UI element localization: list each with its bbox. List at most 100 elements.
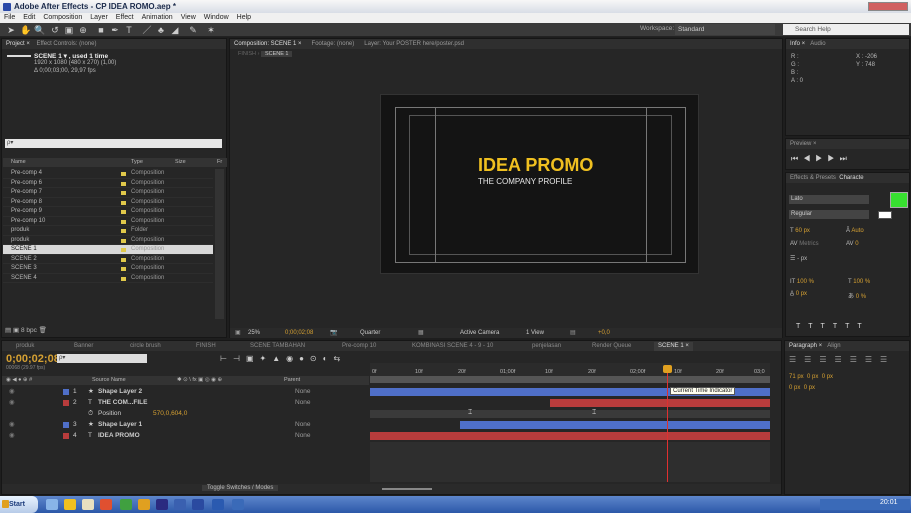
stopwatch-icon[interactable]: ⏱	[88, 409, 93, 419]
tracking-value[interactable]: 0	[855, 241, 858, 247]
puppet-pin-tool-icon[interactable]: ✶	[206, 25, 216, 35]
layer-parent[interactable]: None	[295, 387, 311, 397]
project-item[interactable]: Pre-comp 9 Composition	[3, 207, 213, 217]
left-indent-value[interactable]: 71 px	[789, 374, 804, 380]
camera-tool-icon[interactable]: ▣	[64, 25, 74, 35]
menu-window[interactable]: Window	[204, 14, 229, 21]
keyframe-icon[interactable]: ⌶	[468, 409, 472, 417]
visibility-icon[interactable]: ◉	[9, 431, 15, 441]
horizontal-scale-value[interactable]: 100 %	[853, 279, 870, 285]
menu-edit[interactable]: Edit	[23, 14, 35, 21]
layer-parent[interactable]: None	[295, 431, 311, 441]
layer-row[interactable]: ◉ 3 ★ Shape Layer 1 None	[3, 420, 370, 430]
col-name[interactable]: Name	[11, 158, 26, 167]
baseline-shift-value[interactable]: 0 px	[796, 291, 807, 297]
layer-name[interactable]: THE COM...FILE	[98, 398, 147, 408]
tab-penjelasan[interactable]: penjelasan	[532, 342, 561, 351]
project-item[interactable]: SCENE 3 Composition	[3, 264, 213, 274]
folder-taskbar-icon[interactable]	[64, 499, 76, 510]
window-controls[interactable]	[868, 2, 908, 11]
label-color[interactable]	[63, 433, 69, 439]
tab-banner[interactable]: Banner	[74, 342, 93, 351]
font-family-select[interactable]: Lato	[789, 195, 869, 204]
comp-viewer-frame[interactable]: IDEA PROMO THE COMPANY PROFILE	[380, 94, 699, 274]
layer-property-row[interactable]: ⏱ Position 570,0,604,0	[3, 409, 370, 419]
project-folder[interactable]: produk Folder	[3, 226, 213, 236]
selection-tool-icon[interactable]: ➤	[6, 25, 16, 35]
tab-circle-brush[interactable]: circle brush	[130, 342, 161, 351]
taskbar-clock[interactable]: 20:01	[880, 499, 898, 506]
breadcrumb-scene-1[interactable]: SCENE 1	[260, 51, 293, 57]
comp-subtitle-text[interactable]: THE COMPANY PROFILE	[478, 177, 572, 186]
search-help-input[interactable]: Search Help	[783, 24, 909, 35]
vertical-scale-value[interactable]: 100 %	[797, 279, 814, 285]
project-item[interactable]: Pre-comp 6 Composition	[3, 179, 213, 188]
resolution-select[interactable]: Quarter	[360, 328, 380, 338]
tab-render-queue[interactable]: Render Queue	[592, 342, 631, 351]
fill-color-swatch[interactable]	[890, 192, 908, 208]
project-item[interactable]: Pre-comp 8 Composition	[3, 198, 213, 207]
photoshop-taskbar-icon[interactable]	[174, 499, 186, 510]
layer-bar-idea-promo[interactable]	[370, 432, 770, 440]
project-scrollbar[interactable]	[215, 169, 224, 319]
tab-align[interactable]: Align	[827, 343, 840, 349]
snapshot-icon[interactable]: 📷	[330, 328, 337, 338]
files-taskbar-icon[interactable]	[82, 499, 94, 510]
project-item[interactable]: Pre-comp 4 Composition	[3, 169, 213, 179]
tab-project[interactable]: Project ×	[6, 41, 30, 47]
clone-stamp-tool-icon[interactable]: ♣	[156, 25, 166, 35]
space-after-value[interactable]: 0 px	[804, 385, 815, 391]
zoom-tool-icon[interactable]: 🔍	[34, 25, 45, 35]
visibility-icon[interactable]: ◉	[9, 387, 15, 397]
timeline-current-time[interactable]: 0;00;02;08	[6, 353, 60, 365]
tab-pre-comp-10[interactable]: Pre-comp 10	[342, 342, 376, 351]
col-source-name[interactable]: Source Name	[92, 376, 126, 385]
project-item-selected[interactable]: SCENE 1 Composition	[3, 245, 213, 255]
preview-controls[interactable]: ⏮◀▶▶⏭	[791, 154, 852, 164]
pan-behind-tool-icon[interactable]: ⊕	[78, 25, 88, 35]
tab-effect-controls[interactable]: Effect Controls: (none)	[37, 41, 97, 47]
firefox-taskbar-icon[interactable]	[138, 499, 150, 510]
tab-kombinasi[interactable]: KOMBINASI SCENE 4 - 9 - 10	[412, 342, 493, 351]
font-style-select[interactable]: Regular	[789, 210, 869, 219]
project-search-input[interactable]: ρ▾	[5, 139, 222, 148]
col-size[interactable]: Size	[175, 158, 186, 167]
text-tool-icon[interactable]: T	[124, 25, 134, 35]
rotate-tool-icon[interactable]: ↺	[50, 25, 60, 35]
tab-audio[interactable]: Audio	[810, 41, 825, 47]
text-style-buttons[interactable]: TTTTTT	[796, 323, 870, 330]
rectangle-tool-icon[interactable]: ■	[96, 25, 106, 35]
new-folder-icon[interactable]: ▤	[5, 327, 11, 334]
project-item[interactable]: Pre-comp 7 Composition	[3, 188, 213, 198]
exposure-value[interactable]: +0,0	[598, 328, 610, 338]
tab-layer[interactable]: Layer: Your POSTER here/poster.psd	[364, 41, 464, 47]
tab-character[interactable]: Characte	[839, 175, 863, 181]
layer-row[interactable]: ◉ 2 T THE COM...FILE None	[3, 398, 370, 408]
brush-tool-icon[interactable]: ／	[142, 25, 152, 35]
visibility-icon[interactable]: ◉	[9, 398, 15, 408]
keyframe-icon[interactable]: ⌶	[592, 409, 596, 417]
camera-select[interactable]: Active Camera	[460, 328, 499, 338]
workspace-select[interactable]: Standard	[675, 24, 775, 35]
tab-produk[interactable]: produk	[16, 342, 34, 351]
app-taskbar-icon[interactable]	[232, 499, 244, 510]
col-parent[interactable]: Parent	[284, 376, 300, 385]
region-of-interest-icon[interactable]: ▦	[418, 328, 424, 338]
tab-finish[interactable]: FINISH	[196, 342, 216, 351]
tab-info[interactable]: Info ×	[790, 41, 805, 47]
layer-bar-shape-layer-1[interactable]	[460, 421, 770, 429]
menu-file[interactable]: File	[4, 14, 15, 21]
label-color[interactable]	[63, 422, 69, 428]
premiere-taskbar-icon[interactable]	[192, 499, 204, 510]
label-color[interactable]	[63, 400, 69, 406]
pen-tool-icon[interactable]: ✒	[110, 25, 120, 35]
layer-name[interactable]: Shape Layer 2	[98, 387, 142, 397]
media-taskbar-icon[interactable]	[100, 499, 112, 510]
menu-view[interactable]: View	[181, 14, 196, 21]
after-effects-taskbar-icon[interactable]	[156, 499, 168, 510]
project-item[interactable]: SCENE 4 Composition	[3, 274, 213, 283]
chrome-taskbar-icon[interactable]	[120, 499, 132, 510]
font-size-value[interactable]: 60 px	[795, 228, 810, 234]
right-indent-value[interactable]: 0 px	[822, 374, 833, 380]
menu-animation[interactable]: Animation	[142, 14, 173, 21]
